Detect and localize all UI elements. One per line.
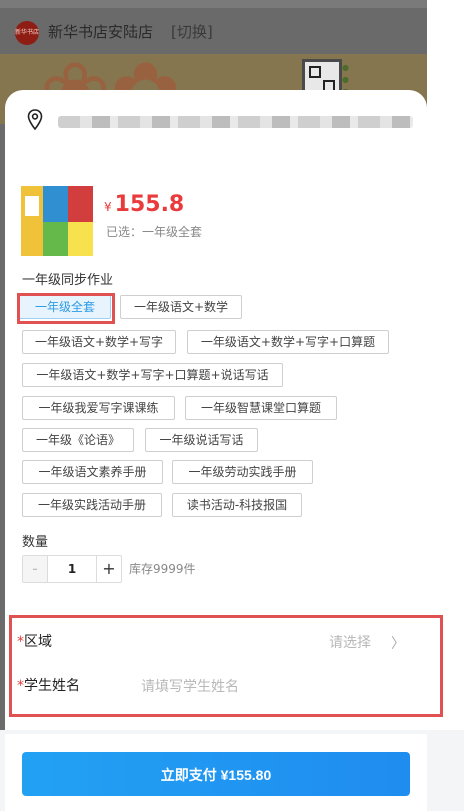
- region-label-text: 区域: [24, 634, 52, 650]
- quantity-label: 数量: [22, 535, 49, 550]
- location-pin-icon: [27, 109, 43, 131]
- student-name-input[interactable]: 请填写学生姓名: [141, 676, 239, 696]
- top-bar: [0, 0, 427, 8]
- chevron-right-icon[interactable]: 〉: [391, 633, 405, 653]
- spec-option[interactable]: 一年级我爱写字课课练: [22, 396, 175, 420]
- student-name-label: *学生姓名: [17, 675, 80, 695]
- selected-spec-text: 已选：一年级全套: [106, 225, 203, 239]
- spec-option[interactable]: 一年级语文素养手册: [22, 460, 163, 484]
- required-mark: *: [17, 678, 24, 694]
- store-name: 新华书店安陆店: [48, 23, 154, 41]
- spec-option[interactable]: 一年级劳动实践手册: [172, 460, 313, 484]
- stock-text: 库存9999件: [129, 562, 196, 576]
- spec-option[interactable]: 一年级说话写话: [145, 428, 258, 452]
- spec-option[interactable]: 一年级语文+数学+写字+口算题: [187, 330, 389, 354]
- spec-option[interactable]: 读书活动-科技报国: [172, 493, 302, 517]
- price-value: 155.8: [114, 192, 185, 217]
- pay-now-button[interactable]: 立即支付 ¥155.80: [22, 752, 410, 796]
- form-highlight-box: [9, 615, 443, 717]
- quantity-stepper: - 1 +: [22, 555, 122, 583]
- quantity-input[interactable]: 1: [48, 556, 96, 582]
- store-switch-link[interactable]: [切换]: [171, 21, 213, 42]
- currency-symbol: ¥: [104, 200, 112, 214]
- region-label: *区域: [17, 631, 52, 651]
- store-header: 新华书店 新华书店安陆店 [切换]: [0, 8, 427, 54]
- spec-option[interactable]: 一年级智慧课堂口算题: [185, 396, 337, 420]
- selection-highlight-box: [17, 293, 115, 324]
- spec-option[interactable]: 一年级实践活动手册: [22, 493, 162, 517]
- store-logo: 新华书店: [15, 21, 39, 45]
- spec-option[interactable]: 一年级语文+数学+写字: [22, 330, 176, 354]
- spec-group-title: 一年级同步作业: [22, 273, 114, 288]
- quantity-decrement-button[interactable]: -: [23, 556, 48, 582]
- spec-option[interactable]: 一年级《论语》: [22, 428, 134, 452]
- spec-option[interactable]: 一年级语文+数学+写字+口算题+说话写话: [22, 363, 283, 387]
- region-picker[interactable]: 请选择: [329, 632, 371, 652]
- delivery-address-blurred[interactable]: [58, 116, 413, 128]
- product-price: ¥155.8: [104, 192, 184, 217]
- quantity-increment-button[interactable]: +: [96, 556, 121, 582]
- student-name-label-text: 学生姓名: [24, 678, 80, 694]
- required-mark: *: [17, 634, 24, 650]
- product-cover-image: [21, 186, 93, 256]
- spec-option[interactable]: 一年级语文+数学: [120, 295, 242, 319]
